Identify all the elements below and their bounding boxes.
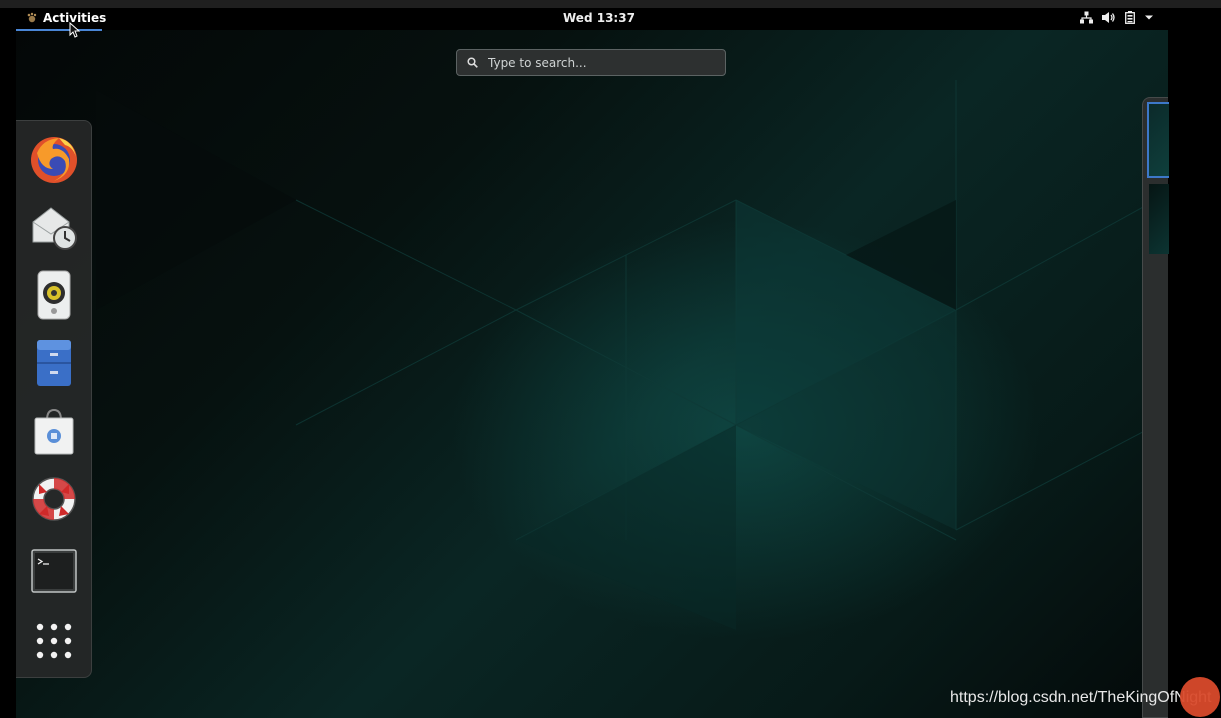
- top-bar: Activities Wed 13:37: [0, 8, 1168, 31]
- volume-icon: [1102, 12, 1115, 23]
- dash-item-evolution[interactable]: [28, 201, 80, 253]
- search-icon: [467, 57, 478, 68]
- shopping-bag-icon: [34, 408, 74, 455]
- workspace-thumbnail-active[interactable]: [1147, 102, 1169, 178]
- dash-item-software[interactable]: [28, 405, 80, 457]
- clock-label[interactable]: Wed 13:37: [563, 11, 635, 25]
- speaker-icon: [37, 270, 71, 320]
- network-icon: [1080, 11, 1093, 24]
- dash-item-rhythmbox[interactable]: [28, 269, 80, 321]
- watermark-text: https://blog.csdn.net/TheKingOfNight: [950, 689, 1212, 706]
- file-cabinet-icon: [37, 340, 71, 386]
- top-border-strip: [0, 0, 1221, 8]
- workspace-switcher[interactable]: [1142, 97, 1169, 718]
- activities-underline: [16, 29, 102, 31]
- dash: [16, 120, 92, 678]
- app-grid-icon: [36, 623, 72, 659]
- firefox-icon: [31, 137, 77, 183]
- system-menu-arrow-icon: [1145, 15, 1153, 20]
- wallpaper-pattern: [96, 80, 1157, 630]
- workspace-thumbnail[interactable]: [1149, 184, 1169, 254]
- dash-item-firefox[interactable]: [28, 133, 80, 185]
- mail-clock-icon: [32, 207, 77, 250]
- desktop-background: [16, 30, 1168, 718]
- dash-item-show-applications[interactable]: [28, 615, 80, 667]
- mouse-pointer-icon: [69, 22, 81, 38]
- dash-item-files[interactable]: [28, 337, 80, 389]
- gnome-foot-icon: [27, 12, 37, 23]
- dash-item-terminal[interactable]: [28, 545, 80, 597]
- activities-button[interactable]: Activities: [16, 11, 106, 31]
- system-tray[interactable]: [1080, 11, 1154, 24]
- corner-badge: [1180, 677, 1220, 717]
- right-screen-edge: [1168, 8, 1221, 718]
- search-input[interactable]: [486, 54, 710, 71]
- battery-icon: [1125, 11, 1135, 24]
- search-box[interactable]: [456, 49, 726, 76]
- gnome-overview-screen: Activities Wed 13:37 Type to search... h…: [0, 0, 1221, 718]
- terminal-icon: [31, 549, 77, 593]
- dash-item-help[interactable]: [28, 473, 80, 525]
- left-screen-edge: [0, 30, 16, 718]
- lifebuoy-icon: [32, 477, 76, 521]
